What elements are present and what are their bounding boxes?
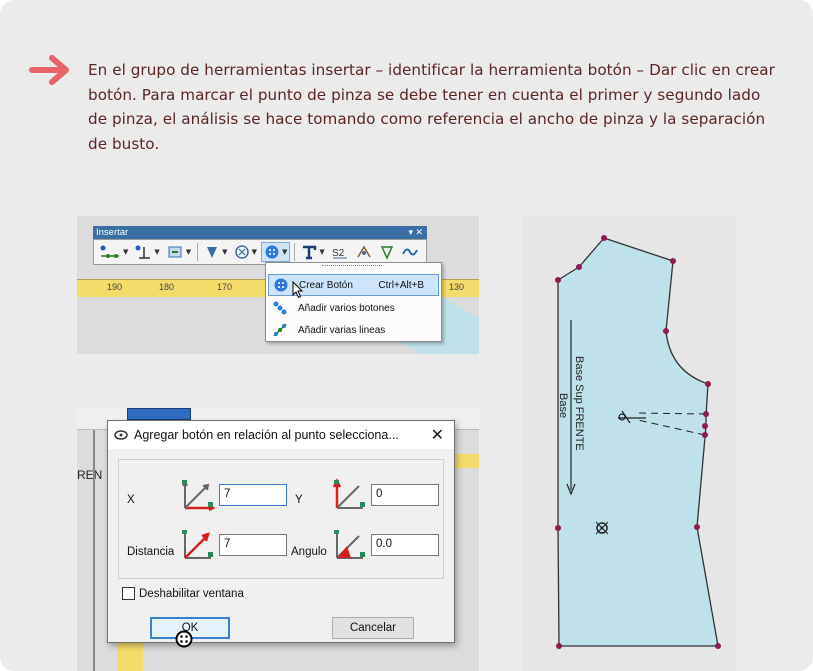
drill-hole-icon (380, 246, 393, 260)
y-field[interactable]: 0 (371, 484, 439, 506)
pattern-label: Base Sup FRENTE (573, 356, 585, 451)
insert-notch-tool[interactable]: ▼ (164, 242, 193, 262)
x-label: X (127, 494, 135, 506)
dart-icon (207, 247, 218, 258)
insert-drill-tool[interactable] (377, 242, 397, 262)
insert-button-tool[interactable]: ▼ (260, 242, 291, 262)
front-bodice-pattern: Base Sup FRENTE Base (555, 235, 721, 649)
insert-text-tool[interactable]: ▼ (299, 242, 326, 262)
toolbar-title: Insertar (96, 227, 129, 238)
angle-field[interactable]: 0.0 (371, 534, 439, 556)
insert-perpendicular-tool[interactable]: ▼ (132, 242, 161, 262)
multiple-buttons-icon (268, 298, 292, 318)
button-icon (269, 275, 293, 295)
toolbar-window-controls[interactable]: ▾ ✕ (408, 226, 423, 239)
point-insert-icon (100, 245, 119, 258)
toolbar-separator (197, 243, 199, 261)
menu-item-shortcut: Ctrl+Alt+B (378, 279, 424, 291)
angle-icon (334, 530, 365, 559)
button-dropdown-menu: Crear Botón Ctrl+Alt+B Añadir varios bot… (265, 262, 442, 342)
ruler-label: 170 (217, 282, 233, 292)
chevron-down-icon[interactable]: ▼ (252, 248, 257, 256)
menu-item-add-multiple-lines[interactable]: Añadir varias lineas (268, 319, 439, 341)
chevron-down-icon[interactable]: ▼ (154, 248, 159, 256)
x-field[interactable]: 7 (219, 484, 287, 506)
menu-item-add-multiple-buttons[interactable]: Añadir varios botones (268, 297, 439, 319)
insert-label-tool[interactable]: S2 (329, 242, 351, 262)
ruler-label: 130 (449, 282, 465, 292)
label-icon: S2 (332, 248, 347, 259)
multiple-lines-icon (268, 320, 292, 340)
background-edge (93, 430, 95, 671)
checkbox-box[interactable] (122, 587, 135, 600)
insert-curve-tool[interactable] (399, 242, 421, 262)
y-label: Y (295, 494, 303, 506)
cancel-button[interactable]: Cancelar (332, 617, 414, 639)
circle-cross-icon (234, 245, 249, 259)
insert-circle-tool[interactable]: ▼ (232, 242, 259, 262)
menu-item-label: Añadir varios botones (298, 302, 395, 314)
dialog-title: Agregar botón en relación al punto selec… (134, 428, 399, 442)
curve-icon (401, 248, 418, 256)
chevron-down-icon[interactable]: ▼ (123, 248, 128, 256)
distance-label: Distancia (127, 546, 175, 558)
chevron-down-icon[interactable]: ▼ (282, 248, 287, 256)
dialog-screenshot: REN Agregar botón en relación al punto s… (77, 408, 479, 671)
checkbox-label: Deshabilitar ventana (139, 587, 244, 600)
menu-item-label: Añadir varias lineas (298, 324, 386, 336)
chevron-down-icon[interactable]: ▼ (186, 248, 191, 256)
disable-window-checkbox[interactable]: Deshabilitar ventana (122, 587, 244, 600)
menu-item-label: Crear Botón (299, 279, 353, 291)
add-button-dialog: Agregar botón en relación al punto selec… (107, 420, 455, 643)
toolbar-separator (294, 243, 296, 261)
lesson-card: En el grupo de herramientas insertar – i… (0, 0, 813, 671)
close-icon[interactable]: ✕ (431, 425, 444, 445)
perpendicular-icon (135, 245, 151, 259)
background-label: REN (77, 468, 103, 482)
distance-icon (182, 530, 213, 559)
chevron-down-icon[interactable]: ▼ (222, 248, 227, 256)
insert-dart-tool[interactable]: ▼ (202, 242, 229, 262)
ruler-label: 190 (107, 282, 123, 292)
dialog-title-bar: Agregar botón en relación al punto selec… (108, 421, 454, 449)
toolbar-title-bar: Insertar ▾ ✕ (93, 226, 427, 239)
dialog-app-icon (114, 430, 128, 440)
grade-icon (357, 245, 371, 258)
svg-text:S2: S2 (332, 248, 345, 259)
button-icon (265, 245, 279, 259)
menu-grip (322, 265, 382, 268)
y-offset-icon (333, 478, 365, 509)
pattern-label-base: Base (557, 393, 569, 418)
button-cursor-icon (175, 630, 193, 648)
arrow-right-icon (29, 55, 69, 85)
insert-grade-tool[interactable] (353, 242, 375, 262)
position-group: X 7 Y 0 Distancia 7 Angulo 0.0 (118, 459, 444, 579)
text-icon (303, 245, 317, 260)
angle-label: Angulo (291, 546, 327, 558)
background-highlight (127, 408, 191, 420)
ruler-label: 180 (159, 282, 175, 292)
insert-point-tool[interactable]: ▼ (97, 242, 130, 262)
chevron-down-icon[interactable]: ▼ (319, 248, 324, 256)
instruction-text: En el grupo de herramientas insertar – i… (88, 61, 775, 153)
pattern-screenshot: Base Sup FRENTE Base (522, 216, 736, 671)
notch-icon (168, 246, 182, 258)
x-offset-icon (182, 479, 215, 512)
distance-field[interactable]: 7 (219, 534, 287, 556)
